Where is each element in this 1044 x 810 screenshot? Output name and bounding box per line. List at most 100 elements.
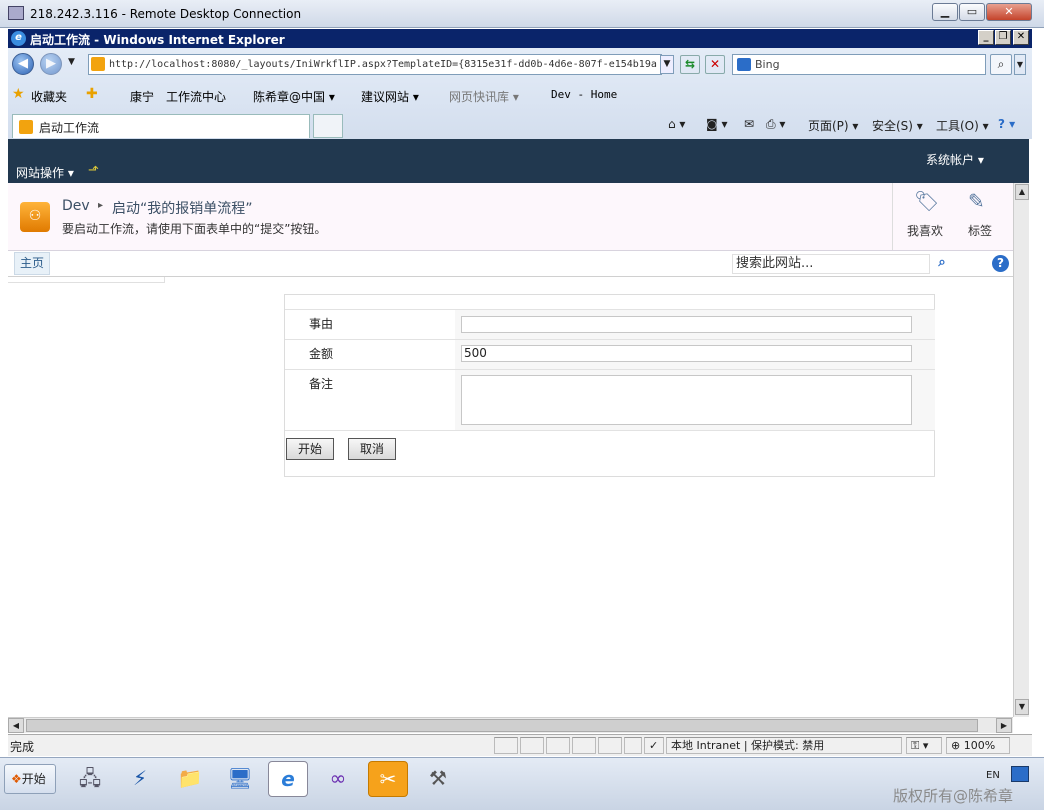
site-actions-menu[interactable]: 网站操作 ▾: [16, 164, 74, 181]
like-icon[interactable]: 🏷: [914, 189, 939, 213]
address-bar[interactable]: http://localhost:8080/_layouts/IniWrkflI…: [88, 54, 662, 75]
fav-link-workflow-center[interactable]: 工作流中心: [166, 88, 226, 105]
vertical-scrollbar[interactable]: ▲ ▼: [1013, 183, 1029, 717]
form-actions: 开始 取消: [285, 438, 935, 462]
zoom-level: 100%: [963, 739, 996, 752]
zoom-control[interactable]: ⊕ 100%: [946, 737, 1010, 754]
scroll-right-icon[interactable]: ▶: [996, 718, 1012, 733]
status-pane: [494, 737, 518, 754]
security-icon: ✓: [644, 737, 664, 754]
status-pane: [546, 737, 570, 754]
start-label: 开始: [21, 772, 46, 786]
page-description: 要启动工作流，请使用下面表单中的“提交”按钮。: [62, 222, 327, 236]
admin-tools-icon[interactable]: ⚒: [418, 761, 458, 797]
status-text: 完成: [10, 740, 35, 754]
ie-taskbar-icon[interactable]: e: [268, 761, 308, 797]
sp-help-icon[interactable]: ?: [992, 255, 1009, 272]
start-button[interactable]: 开始: [286, 438, 334, 460]
rdp-icon: [8, 6, 24, 20]
status-pane: [598, 737, 622, 754]
powershell-icon[interactable]: ⚡: [120, 761, 160, 797]
tab-page-icon: [19, 120, 33, 134]
field-row-reason: 事由: [285, 309, 935, 340]
zoom-icon: ⊕: [951, 739, 961, 752]
start-button[interactable]: ❖开始: [4, 764, 56, 794]
account-menu[interactable]: 系统帐户 ▾: [926, 151, 984, 168]
tools-app-icon[interactable]: ✂: [368, 761, 408, 797]
page-icon: [91, 57, 105, 71]
horizontal-scrollbar[interactable]: ◀ ▶: [8, 717, 1013, 733]
sp-main-content: 事由 金额 500 备注 开始 取消: [8, 277, 1013, 717]
refresh-icon[interactable]: ⇆: [680, 55, 700, 74]
ie-minimize-button[interactable]: _: [978, 30, 994, 45]
tab-home[interactable]: 主页: [14, 252, 50, 275]
tools-menu[interactable]: 工具(O) ▾: [936, 117, 989, 134]
sp-page-header: ⚇ Dev ▸ 启动“我的报销单流程” 要启动工作流，请使用下面表单中的“提交”…: [8, 183, 1013, 251]
browser-tab[interactable]: 启动工作流: [12, 114, 310, 138]
explorer-icon[interactable]: 📁: [170, 761, 210, 797]
ie-close-button[interactable]: ✕: [1013, 30, 1029, 45]
help-icon[interactable]: ? ▾: [998, 117, 1015, 131]
amount-input[interactable]: 500: [461, 345, 912, 362]
stop-icon[interactable]: ✕: [705, 55, 725, 74]
search-input[interactable]: Bing: [732, 54, 986, 75]
navigate-up-icon[interactable]: ⬏: [88, 163, 99, 178]
fav-link-suggested-sites[interactable]: 建议网站 ▾: [361, 88, 419, 105]
fav-link-chenxizhang[interactable]: 陈希章@中国 ▾: [253, 88, 335, 105]
address-dropdown-button[interactable]: ▼: [660, 55, 674, 74]
favorites-button[interactable]: 收藏夹: [31, 88, 67, 105]
safety-menu[interactable]: 安全(S) ▾: [872, 117, 923, 134]
scroll-up-icon[interactable]: ▲: [1015, 184, 1029, 200]
remote-desktop-icon[interactable]: 🖥: [220, 761, 260, 797]
mail-icon[interactable]: ✉: [744, 117, 754, 131]
new-tab-button[interactable]: [313, 114, 343, 138]
history-dropdown-icon[interactable]: ▼: [68, 57, 75, 67]
breadcrumb-site[interactable]: Dev: [62, 198, 90, 214]
add-favorites-icon[interactable]: ✚: [86, 86, 98, 102]
forward-button[interactable]: ▶: [40, 53, 62, 75]
search-icon[interactable]: ⌕: [990, 54, 1012, 75]
header-divider: [892, 183, 893, 250]
workflow-form: 事由 金额 500 备注 开始 取消: [284, 294, 935, 477]
print-icon[interactable]: ⎙ ▾: [766, 117, 785, 132]
scroll-left-icon[interactable]: ◀: [8, 718, 24, 733]
tags-label[interactable]: 标签: [968, 222, 992, 239]
language-indicator[interactable]: EN: [986, 770, 1000, 781]
scroll-thumb[interactable]: [26, 719, 978, 732]
ie-toolbar-area: ◀ ▶ ▼ http://localhost:8080/_layouts/Ini…: [8, 48, 1032, 139]
back-button[interactable]: ◀: [12, 53, 34, 75]
close-button[interactable]: ✕: [986, 3, 1032, 21]
field-row-notes: 备注: [285, 370, 935, 431]
tags-icon[interactable]: ✎: [968, 189, 985, 213]
site-search-icon[interactable]: ⌕: [933, 254, 951, 274]
like-label[interactable]: 我喜欢: [907, 222, 943, 239]
ie-restore-button[interactable]: ❐: [995, 30, 1011, 45]
fav-link-kangning[interactable]: 康宁: [130, 88, 154, 105]
protected-mode-icon[interactable]: ⚿ ▾: [906, 737, 942, 754]
site-search-input[interactable]: 搜索此网站...: [732, 254, 930, 274]
search-dropdown-icon[interactable]: ▼: [1014, 54, 1026, 75]
feeds-icon[interactable]: ◙ ▾: [706, 117, 727, 131]
home-icon[interactable]: ⌂ ▾: [668, 117, 685, 131]
ie-title-bar: e 启动工作流 - Windows Internet Explorer _ ❐ …: [8, 29, 1032, 48]
zone-text: 本地 Intranet | 保护模式: 禁用: [666, 737, 902, 754]
scroll-down-icon[interactable]: ▼: [1015, 699, 1029, 715]
field-cell: 500: [455, 340, 935, 369]
windows-logo-icon: ❖: [11, 772, 22, 786]
windows-taskbar: ❖开始 🖧 ⚡ 📁 🖥 e ∞ ✂ ⚒ EN 版权所有@陈希章: [0, 757, 1044, 810]
status-pane: [624, 737, 642, 754]
cancel-button[interactable]: 取消: [348, 438, 396, 460]
notes-textarea[interactable]: [461, 375, 912, 425]
field-label: 备注: [285, 370, 455, 430]
reason-input[interactable]: [461, 316, 912, 333]
page-menu[interactable]: 页面(P) ▾: [808, 117, 858, 134]
visual-studio-icon[interactable]: ∞: [318, 761, 358, 797]
show-desktop-icon[interactable]: [1011, 766, 1029, 782]
minimize-button[interactable]: ▁: [932, 3, 958, 21]
field-row-amount: 金额 500: [285, 340, 935, 370]
fav-link-web-slices[interactable]: 网页快讯库 ▾: [449, 88, 519, 105]
maximize-button[interactable]: ▭: [959, 3, 985, 21]
fav-link-dev-home[interactable]: Dev - Home: [551, 88, 617, 101]
bing-icon: [737, 58, 751, 71]
server-manager-icon[interactable]: 🖧: [70, 761, 110, 797]
